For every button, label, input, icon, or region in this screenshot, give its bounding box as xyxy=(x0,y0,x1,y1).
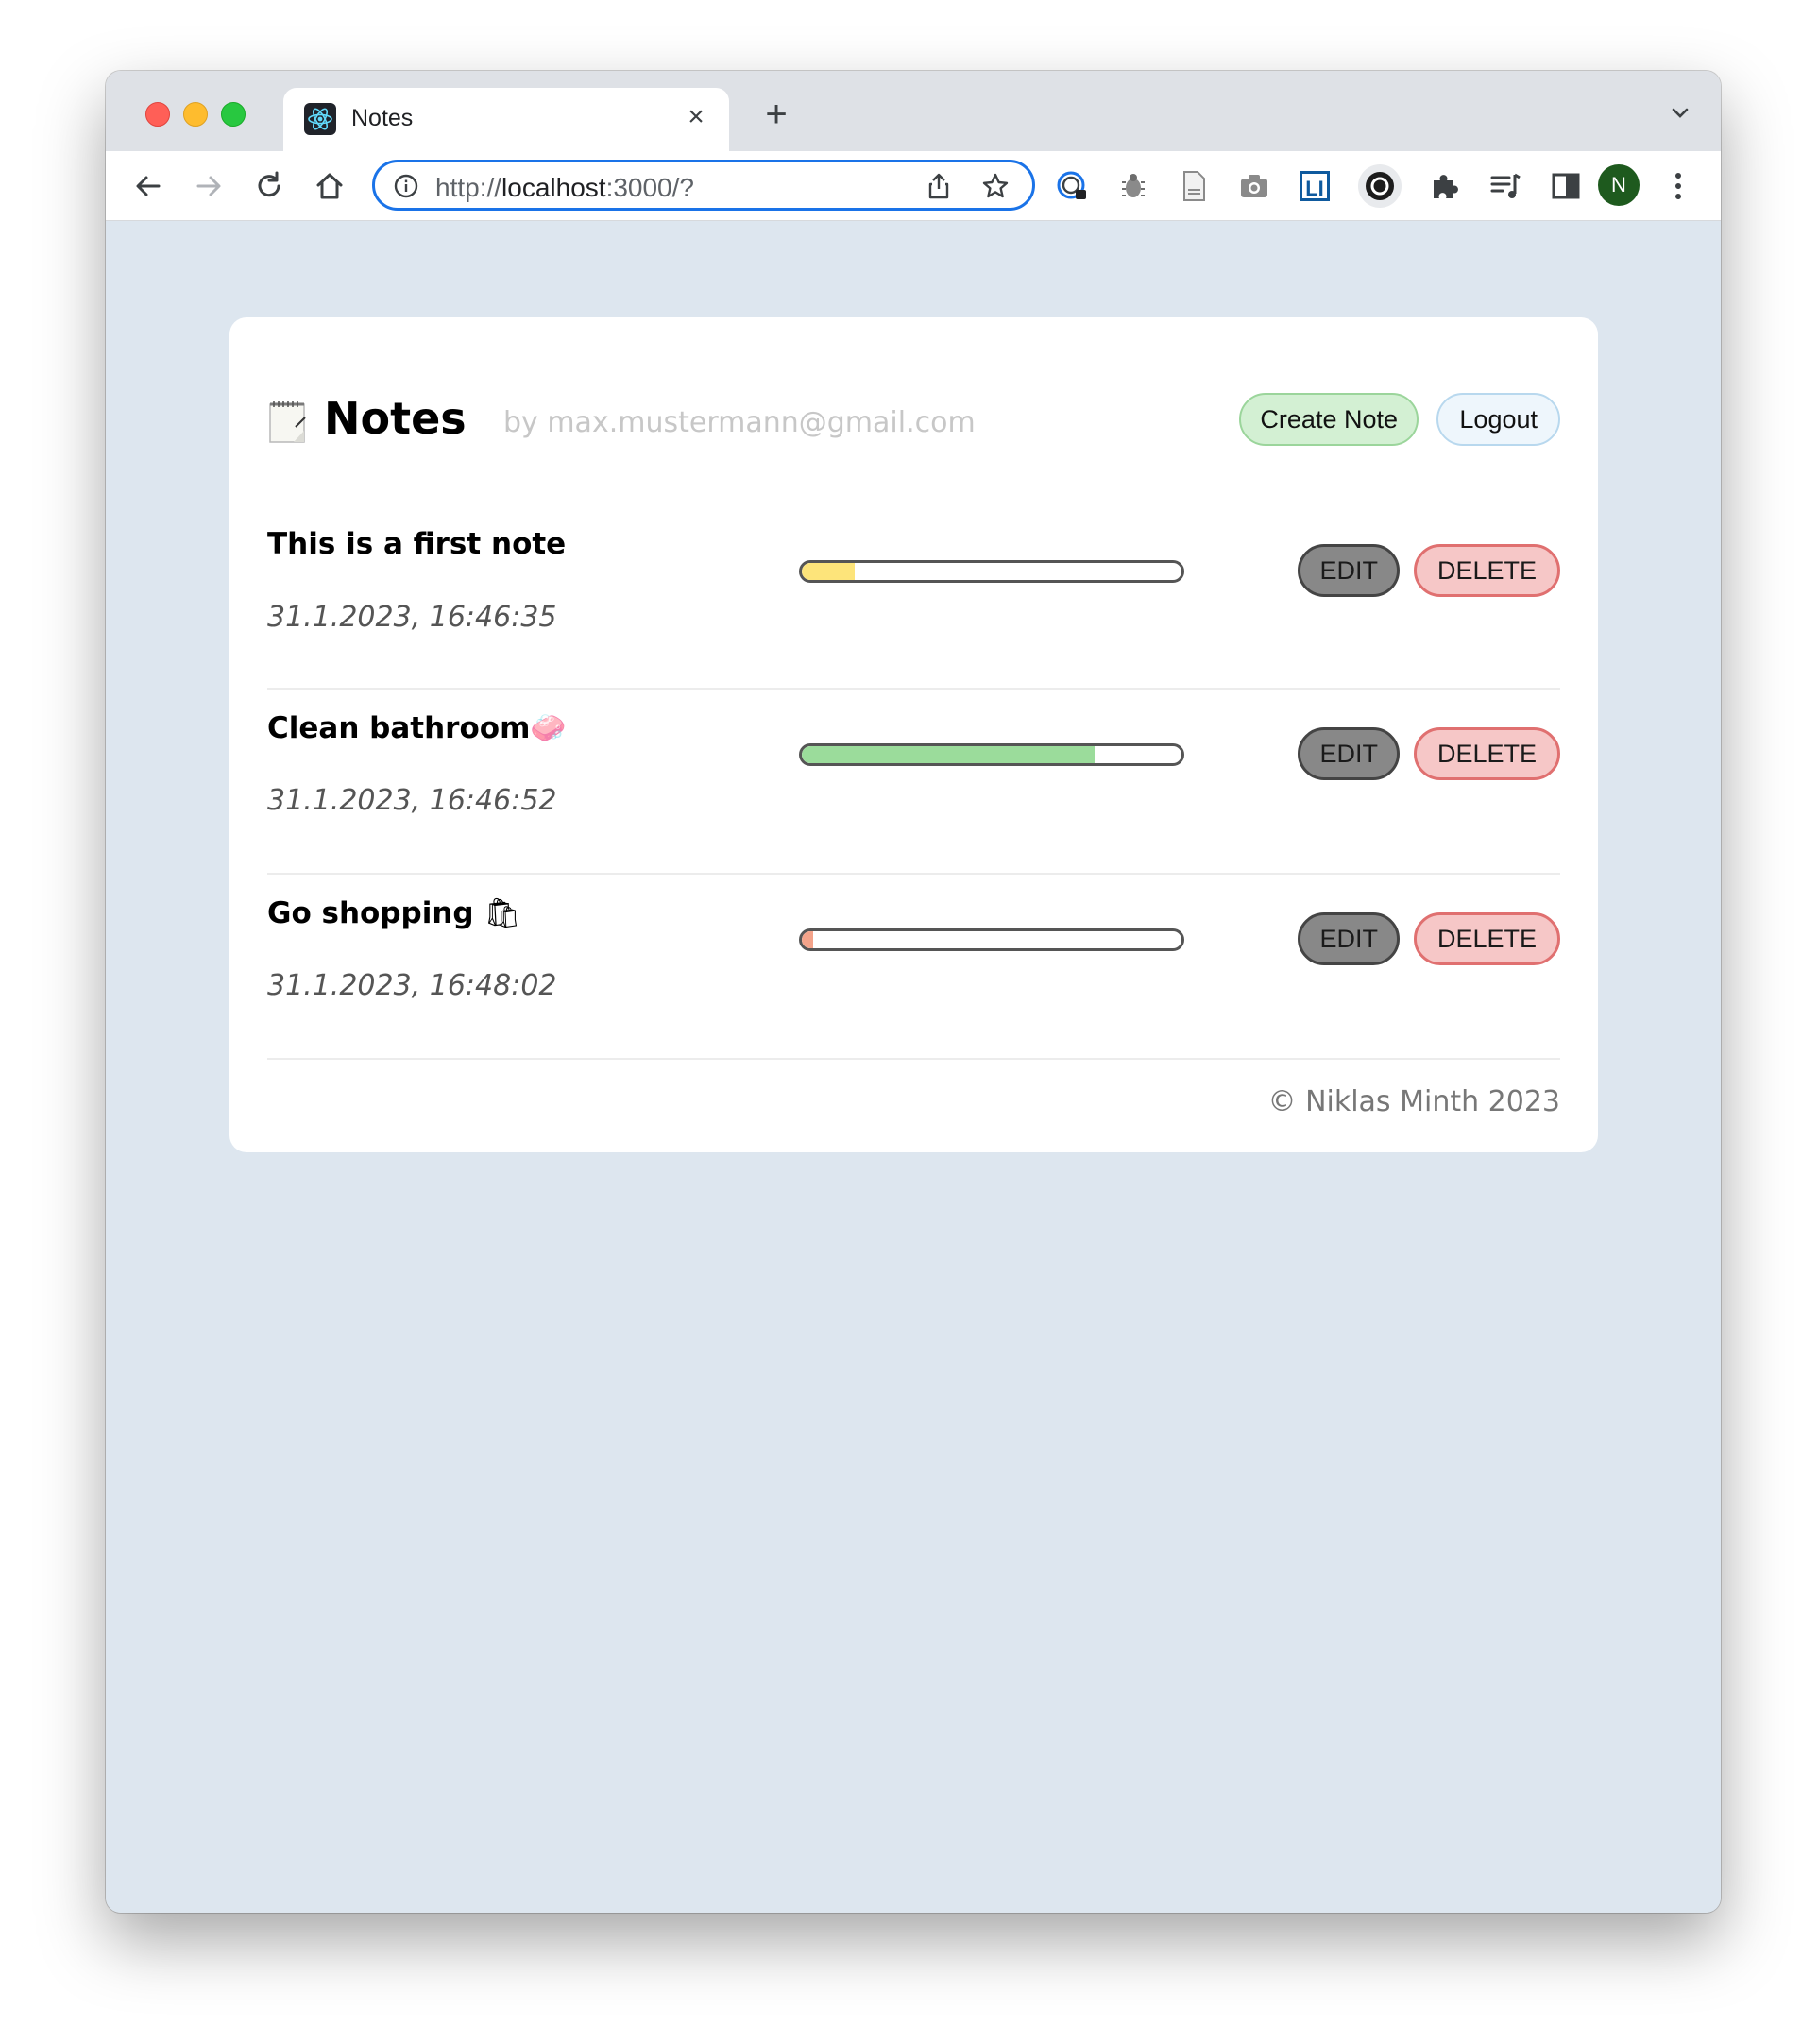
back-icon[interactable] xyxy=(130,168,166,204)
tab-strip: Notes × + xyxy=(106,71,1721,151)
reading-list-icon[interactable] xyxy=(1488,169,1522,203)
maximize-window-button[interactable] xyxy=(221,102,246,127)
note-title: This is a first note xyxy=(267,527,566,561)
note-timestamp: 31.1.2023, 16:46:52 xyxy=(267,784,557,817)
address-bar[interactable]: http://localhost:3000/? xyxy=(372,160,1035,211)
note-title-text: Clean bathroom xyxy=(267,711,531,745)
camera-icon[interactable] xyxy=(1237,169,1271,203)
minimize-window-button[interactable] xyxy=(183,102,208,127)
page-title: Notes xyxy=(324,393,467,444)
notepad-icon xyxy=(267,399,309,444)
linguee-icon[interactable]: LI xyxy=(1298,169,1332,203)
browser-toolbar: http://localhost:3000/? LI N xyxy=(106,151,1721,221)
home-icon[interactable] xyxy=(312,168,348,204)
note-item: This is a first note 31.1.2023, 16:46:35… xyxy=(267,506,1560,690)
site-info-icon[interactable] xyxy=(394,174,418,198)
app-header: Notes by max.mustermann@gmail.com Create… xyxy=(267,393,1560,459)
note-title: Clean bathroom🧼 xyxy=(267,710,567,745)
logout-button[interactable]: Logout xyxy=(1436,393,1560,446)
tab-title: Notes xyxy=(351,105,414,131)
new-tab-icon[interactable]: + xyxy=(757,95,795,133)
bookmark-star-icon[interactable] xyxy=(981,172,1010,200)
url-scheme: http:// xyxy=(435,173,502,202)
bug-icon[interactable] xyxy=(1116,169,1150,203)
svg-text:LI: LI xyxy=(1305,177,1324,200)
document-icon[interactable] xyxy=(1177,169,1211,203)
notes-card: Notes by max.mustermann@gmail.com Create… xyxy=(230,317,1598,1152)
note-timestamp: 31.1.2023, 16:48:02 xyxy=(267,969,557,1002)
react-icon xyxy=(304,103,336,135)
edit-note-button[interactable]: EDIT xyxy=(1298,727,1400,780)
note-item: Clean bathroom🧼 31.1.2023, 16:46:52 EDIT… xyxy=(267,690,1560,875)
user-email: by max.mustermann@gmail.com xyxy=(503,406,976,439)
url-host: localhost xyxy=(502,173,606,202)
tab-search-chevron-icon[interactable] xyxy=(1666,99,1694,128)
forward-icon[interactable] xyxy=(191,168,227,204)
tab-close-icon[interactable]: × xyxy=(680,101,712,133)
note-progress-bar xyxy=(799,928,1184,951)
note-progress-bar xyxy=(799,743,1184,766)
close-window-button[interactable] xyxy=(145,102,170,127)
side-panel-icon[interactable] xyxy=(1549,169,1583,203)
footer-copyright: © Niklas Minth 2023 xyxy=(1267,1085,1560,1118)
share-icon[interactable] xyxy=(925,172,953,200)
edit-note-button[interactable]: EDIT xyxy=(1298,544,1400,597)
note-emoji: 🛍 xyxy=(484,896,521,930)
create-note-button[interactable]: Create Note xyxy=(1239,393,1419,446)
notes-list: This is a first note 31.1.2023, 16:46:35… xyxy=(267,506,1560,1060)
note-timestamp: 31.1.2023, 16:46:35 xyxy=(267,601,557,634)
page-content: Notes by max.mustermann@gmail.com Create… xyxy=(106,221,1721,1913)
note-title: Go shopping 🛍 xyxy=(267,895,521,930)
url-text[interactable]: http://localhost:3000/? xyxy=(435,173,694,203)
note-title-text: Go shopping xyxy=(267,896,484,930)
password-manager-icon[interactable] xyxy=(1056,169,1090,203)
circle-extension-icon[interactable] xyxy=(1358,164,1402,208)
note-progress-fill xyxy=(802,746,1095,763)
tab-notes[interactable]: Notes × xyxy=(283,88,729,151)
profile-avatar[interactable]: N xyxy=(1598,164,1640,206)
note-emoji: 🧼 xyxy=(530,711,567,745)
note-item: Go shopping 🛍 31.1.2023, 16:48:02 EDIT D… xyxy=(267,875,1560,1060)
browser-menu-icon[interactable] xyxy=(1674,170,1683,202)
note-progress-fill xyxy=(802,563,856,580)
note-title-text: This is a first note xyxy=(267,527,567,561)
delete-note-button[interactable]: DELETE xyxy=(1413,544,1560,597)
reload-icon[interactable] xyxy=(251,168,287,204)
url-rest: :3000/? xyxy=(605,173,694,202)
delete-note-button[interactable]: DELETE xyxy=(1413,912,1560,965)
extensions-puzzle-icon[interactable] xyxy=(1428,169,1462,203)
note-progress-bar xyxy=(799,560,1184,583)
delete-note-button[interactable]: DELETE xyxy=(1413,727,1560,780)
browser-window: Notes × + http://localhost:3000/? LI N N… xyxy=(106,71,1721,1913)
edit-note-button[interactable]: EDIT xyxy=(1298,912,1400,965)
note-progress-fill xyxy=(802,931,814,948)
